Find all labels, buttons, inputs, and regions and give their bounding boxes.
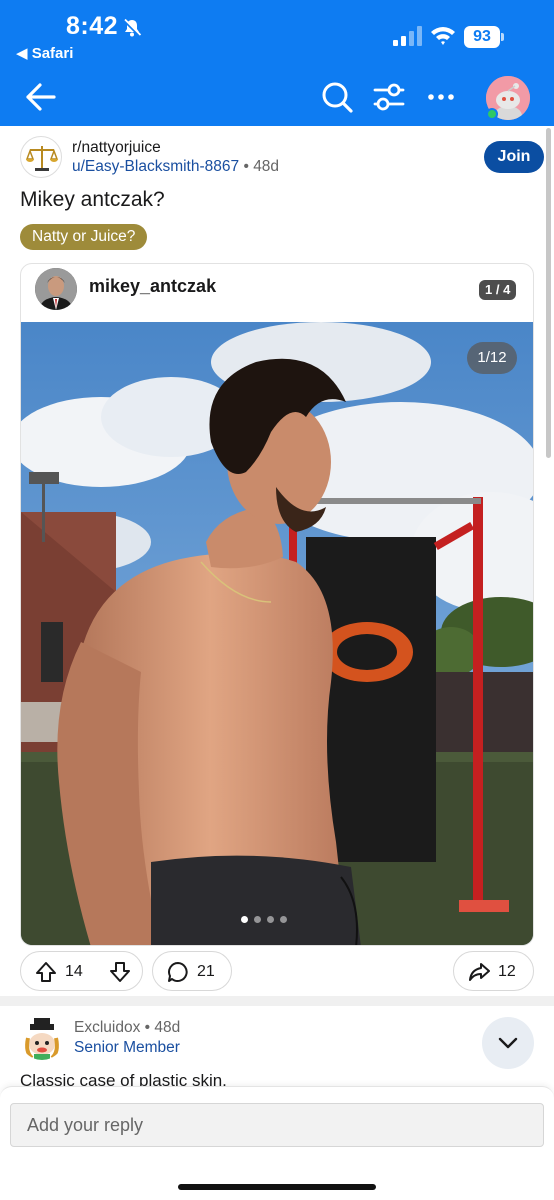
profile-photo-icon bbox=[35, 268, 77, 310]
comments-button[interactable]: 21 bbox=[152, 951, 232, 991]
carousel-dot[interactable] bbox=[267, 916, 274, 923]
share-arrow-icon bbox=[469, 963, 490, 981]
post-author-line: u/Easy-Blacksmith-8867 • 48d bbox=[72, 158, 279, 176]
post-title: Mikey antczak? bbox=[20, 188, 165, 211]
comment-text: Classic case of plastic skin. bbox=[20, 1071, 227, 1086]
battery-level: 93 bbox=[464, 26, 500, 48]
status-time: 8:42 bbox=[66, 12, 119, 40]
section-divider bbox=[0, 996, 554, 1006]
bell-muted-icon bbox=[122, 18, 142, 38]
comment-age: 48d bbox=[154, 1019, 181, 1036]
comment-bubble-icon bbox=[168, 962, 188, 982]
home-indicator[interactable] bbox=[178, 1184, 376, 1190]
chevron-down-icon bbox=[498, 1037, 518, 1049]
join-button[interactable]: Join bbox=[484, 141, 544, 173]
embed-avatar[interactable] bbox=[35, 268, 77, 310]
top-bar: 8:42 ◀ Safari 93 bbox=[0, 0, 554, 126]
embedded-post-card[interactable]: mikey_antczak 1 / 4 1/12 bbox=[20, 263, 534, 946]
reply-input[interactable]: Add your reply bbox=[10, 1103, 544, 1147]
snoo-avatar-icon bbox=[20, 1016, 64, 1060]
vote-count: 14 bbox=[65, 963, 83, 980]
scales-icon bbox=[25, 146, 59, 171]
filter-icon[interactable] bbox=[372, 80, 406, 114]
comment-count: 21 bbox=[197, 963, 215, 980]
scrollbar[interactable] bbox=[546, 128, 551, 458]
downvote-icon[interactable] bbox=[109, 961, 131, 983]
separator: • bbox=[144, 1019, 151, 1036]
back-arrow-icon[interactable] bbox=[22, 80, 58, 114]
share-count: 12 bbox=[498, 963, 516, 980]
image-counter: 1/12 bbox=[467, 342, 517, 374]
separator: • bbox=[243, 158, 249, 175]
back-app-label: Safari bbox=[31, 45, 74, 62]
more-icon[interactable] bbox=[424, 80, 458, 114]
back-to-app[interactable]: ◀ Safari bbox=[16, 44, 73, 62]
cellular-signal-icon bbox=[393, 26, 422, 46]
embed-post-counter: 1 / 4 bbox=[479, 280, 517, 300]
reply-bar: Add your reply bbox=[0, 1086, 554, 1200]
commenter-avatar[interactable] bbox=[20, 1016, 64, 1060]
post-author[interactable]: u/Easy-Blacksmith-8867 bbox=[72, 158, 239, 175]
carousel-dot[interactable] bbox=[241, 916, 248, 923]
search-icon[interactable] bbox=[320, 80, 354, 114]
comment-author-line: Excluidox • 48d bbox=[74, 1019, 180, 1037]
wifi-icon bbox=[431, 27, 455, 45]
collapse-comments-button[interactable] bbox=[482, 1017, 534, 1069]
gym-photo-icon bbox=[21, 322, 533, 945]
battery-indicator: 93 bbox=[464, 26, 504, 48]
vote-control: 14 bbox=[20, 951, 143, 991]
carousel-dots[interactable] bbox=[241, 910, 315, 923]
online-status-dot bbox=[486, 108, 498, 120]
share-button[interactable]: 12 bbox=[453, 951, 534, 991]
comment-author-flair: Senior Member bbox=[74, 1039, 180, 1056]
comment-author[interactable]: Excluidox bbox=[74, 1019, 140, 1036]
carousel-dot[interactable] bbox=[254, 916, 261, 923]
carousel-dot[interactable] bbox=[280, 916, 287, 923]
post-flair[interactable]: Natty or Juice? bbox=[20, 224, 148, 250]
post-age: 48d bbox=[253, 158, 280, 175]
subreddit-icon[interactable] bbox=[20, 136, 62, 178]
embed-username[interactable]: mikey_antczak bbox=[89, 276, 216, 297]
upvote-icon[interactable] bbox=[35, 961, 57, 983]
post-image[interactable]: 1/12 bbox=[21, 322, 533, 945]
subreddit-name[interactable]: r/nattyorjuice bbox=[72, 139, 161, 157]
